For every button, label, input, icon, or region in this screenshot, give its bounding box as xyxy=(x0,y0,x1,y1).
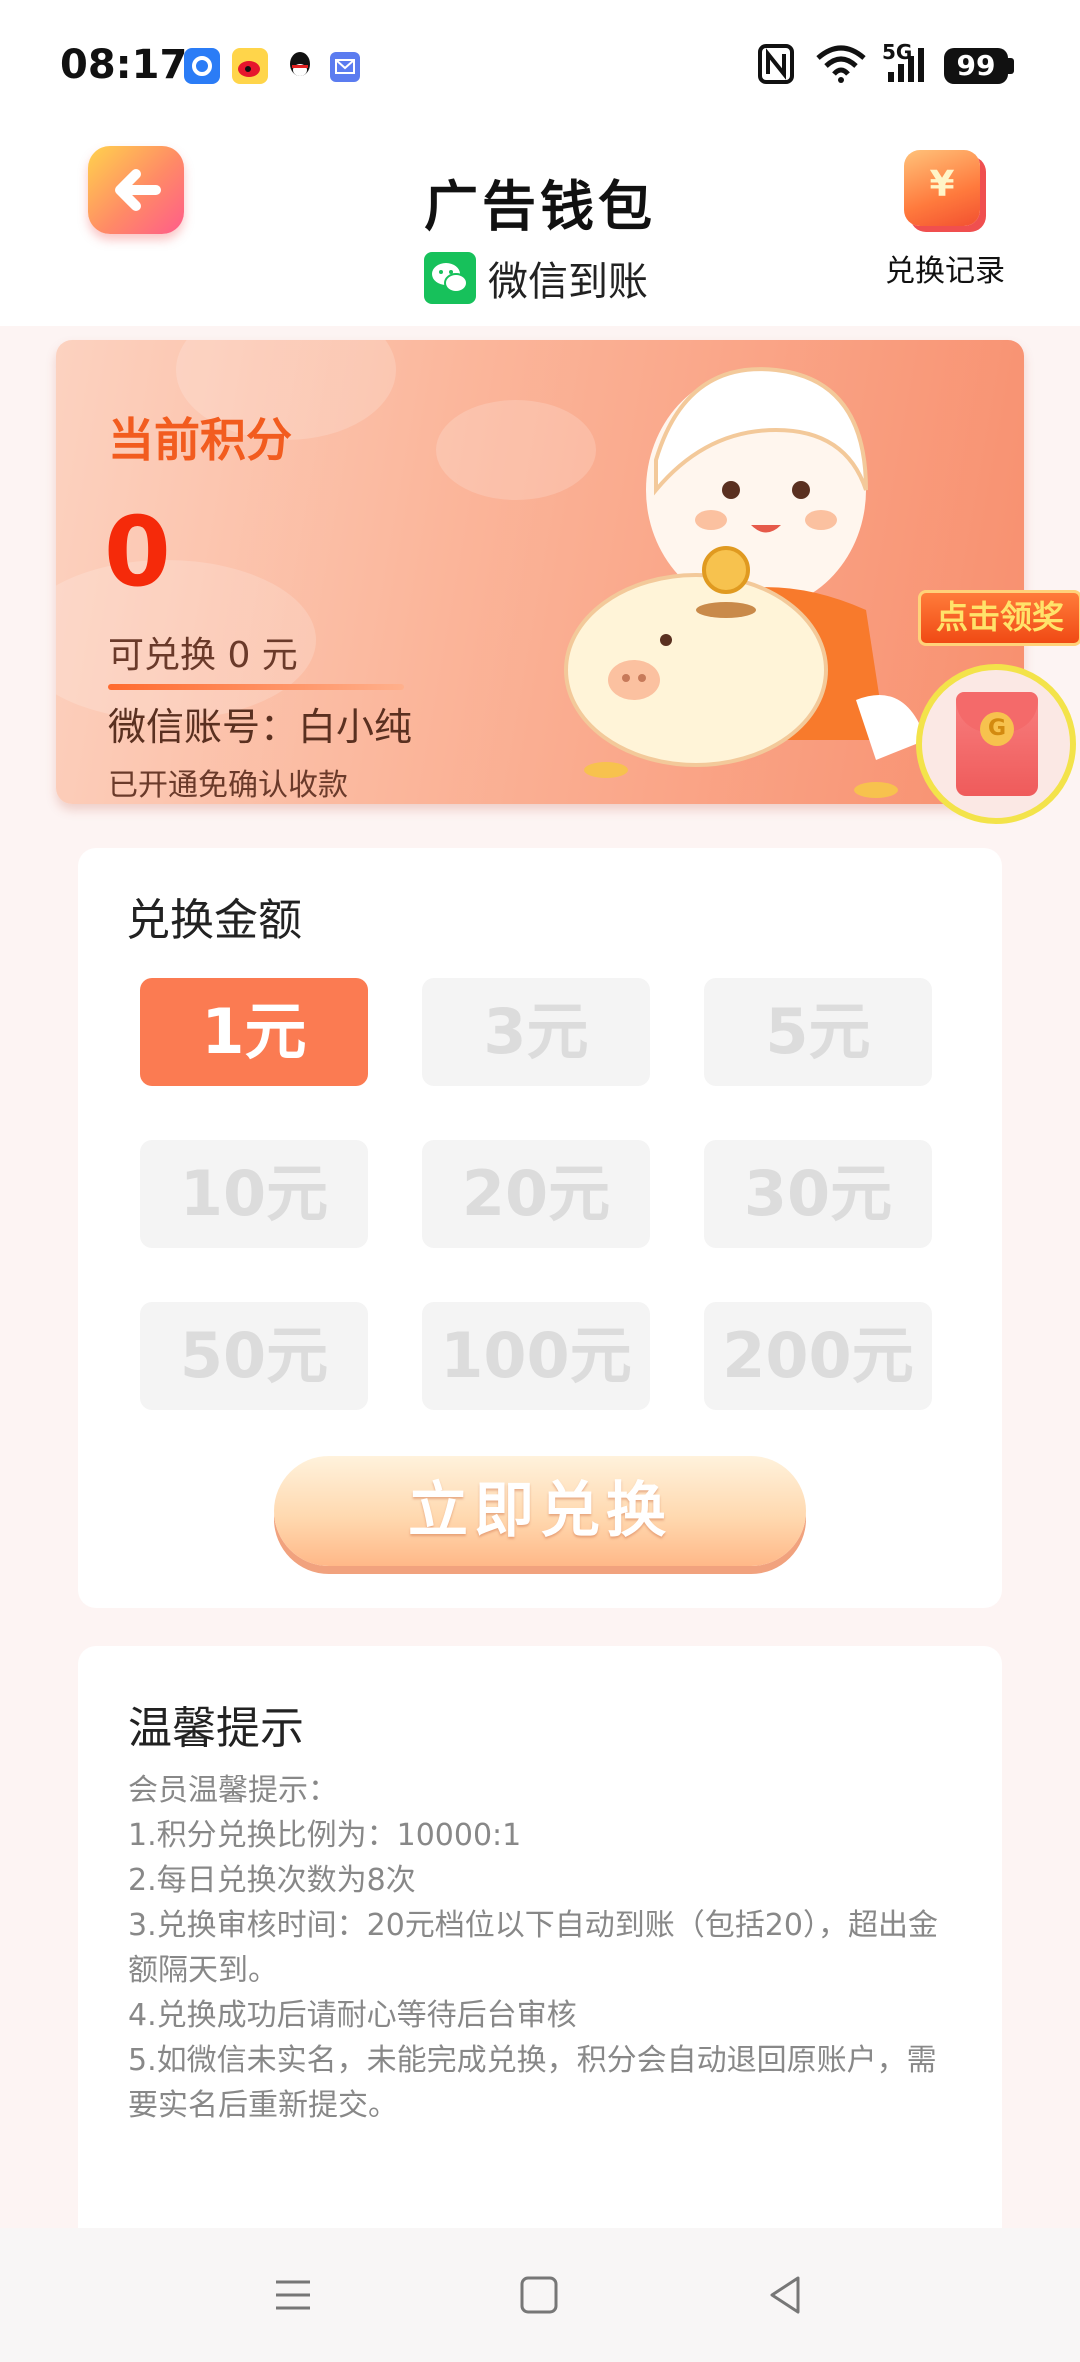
weibo-app-icon xyxy=(232,48,268,84)
status-time: 08:17 xyxy=(60,42,188,88)
piggy-bank-illustration xyxy=(564,367,926,798)
amount-option[interactable]: 10元 xyxy=(140,1140,368,1248)
tips-body: 会员温馨提示： 1.积分兑换比例为：10000:1 2.每日兑换次数为8次 3.… xyxy=(128,1768,958,2128)
exchange-record-button[interactable]: ¥ 兑换记录 xyxy=(880,150,1010,290)
exchange-amount-title: 兑换金额 xyxy=(126,895,302,946)
exchange-record-label: 兑换记录 xyxy=(885,254,1005,289)
redeemable-amount: 可兑换 0 元 xyxy=(108,635,298,676)
tips-line: 5.如微信未实名，未能完成兑换，积分会自动退回原账户，需要实名后重新提交。 xyxy=(128,2043,937,2123)
amount-option[interactable]: 100元 xyxy=(422,1302,650,1410)
wifi-icon xyxy=(814,44,868,92)
coin-icon: G xyxy=(980,712,1014,746)
amount-option[interactable]: 1元 xyxy=(140,978,368,1086)
current-points-label: 当前积分 xyxy=(108,413,292,467)
amount-option[interactable]: 30元 xyxy=(704,1140,932,1248)
wallet-icon: ¥ xyxy=(904,150,980,226)
wechat-icon xyxy=(424,252,476,304)
redeem-now-button[interactable]: 立即兑换 xyxy=(274,1456,806,1566)
tips-line: 会员温馨提示： xyxy=(128,1773,338,1808)
auto-receive-status: 已开通免确认收款 xyxy=(108,768,348,803)
wechat-payout-label: 微信到账 xyxy=(488,259,648,305)
browser-app-icon xyxy=(184,48,220,84)
tips-line: 4.兑换成功后请耐心等待后台审核 xyxy=(128,1998,577,2033)
current-points-value: 0 xyxy=(104,496,171,608)
wechat-account: 微信账号：白小纯 xyxy=(108,705,413,749)
signal-icon xyxy=(884,44,930,92)
battery-tip xyxy=(1008,58,1014,74)
tips-title: 温馨提示 xyxy=(128,1703,304,1754)
amount-option[interactable]: 3元 xyxy=(422,978,650,1086)
tips-line: 1.积分兑换比例为：10000:1 xyxy=(128,1818,522,1853)
divider-line xyxy=(108,684,404,690)
message-app-icon xyxy=(330,52,360,82)
tips-line: 2.每日兑换次数为8次 xyxy=(128,1863,416,1898)
menu-icon[interactable] xyxy=(270,2272,316,2322)
amount-option[interactable]: 20元 xyxy=(422,1140,650,1248)
amount-option[interactable]: 5元 xyxy=(704,978,932,1086)
tips-line: 3.兑换审核时间：20元档位以下自动到账（包括20），超出金额隔天到。 xyxy=(128,1908,938,1988)
battery-indicator: 99 xyxy=(944,48,1008,84)
back-nav-icon[interactable] xyxy=(762,2272,808,2322)
qq-app-icon xyxy=(282,48,318,84)
claim-reward-label[interactable]: 点击领奖 xyxy=(918,590,1080,646)
home-icon[interactable] xyxy=(516,2272,562,2322)
amount-option[interactable]: 50元 xyxy=(140,1302,368,1410)
amount-option[interactable]: 200元 xyxy=(704,1302,932,1410)
wechat-payout-indicator: 微信到账 xyxy=(424,250,648,306)
nfc-icon xyxy=(758,44,794,92)
